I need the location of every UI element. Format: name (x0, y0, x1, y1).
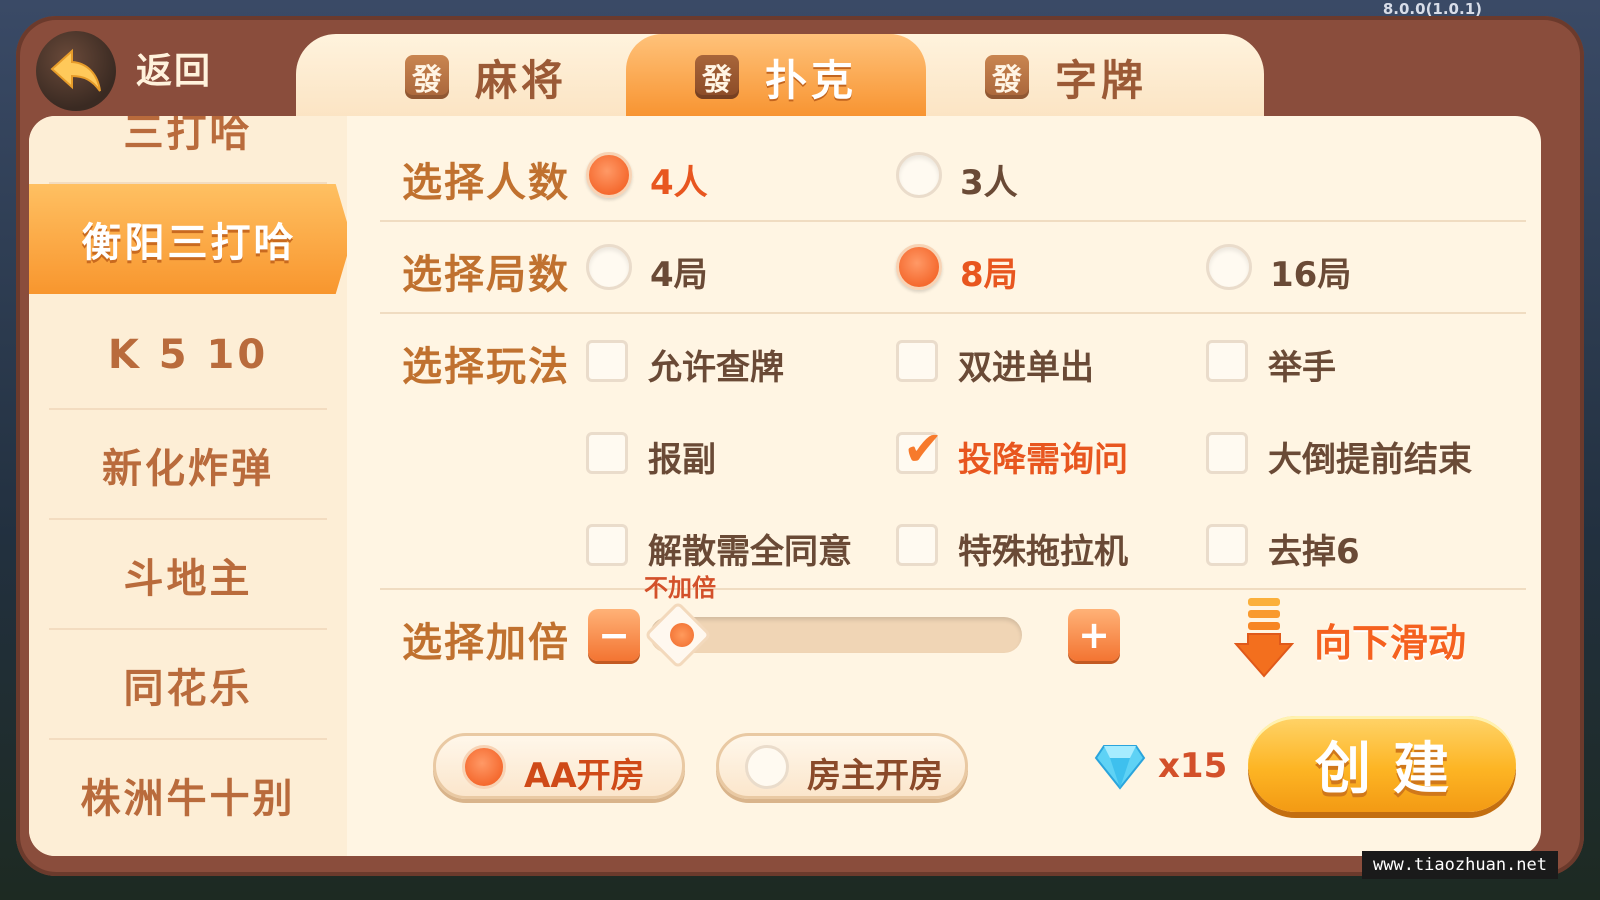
rule-label[interactable]: 举手 (1268, 340, 1336, 389)
back-label[interactable]: 返回 (136, 42, 212, 94)
rule-check-remove-6[interactable] (1206, 524, 1248, 566)
rounds-4-radio[interactable] (586, 244, 632, 290)
multiplier-row-label: 选择加倍 (402, 620, 570, 666)
rule-label[interactable]: 去掉6 (1268, 524, 1360, 573)
rule-check-raise-hand[interactable] (1206, 340, 1248, 382)
game-list-sidebar[interactable]: 三打哈 衡阳三打哈 K 5 10 新化炸弹 斗地主 同花乐 株洲牛十别 (29, 116, 347, 856)
tab-label: 字牌 (1054, 55, 1147, 105)
rule-label[interactable]: 大倒提前结束 (1268, 432, 1472, 481)
room-owner-option[interactable]: 房主开房 (716, 733, 968, 799)
sidebar-item-sandaha[interactable]: 三打哈 (29, 116, 347, 184)
back-button[interactable] (36, 31, 116, 111)
sidebar-item-doudizhu[interactable]: 斗地主 (29, 520, 347, 630)
row-divider (380, 588, 1526, 590)
players-3-radio[interactable] (896, 152, 942, 198)
players-4-label[interactable]: 4人 (650, 155, 708, 204)
tab-label: 麻将 (474, 55, 567, 105)
rule-label[interactable]: 双进单出 (958, 340, 1094, 389)
tab-zipai[interactable]: 發 字牌 (936, 34, 1196, 120)
rule-label[interactable]: 报副 (648, 432, 716, 481)
rule-check-surrender[interactable]: ✔ (896, 425, 943, 474)
tab-mahjong[interactable]: 發 麻将 (356, 34, 616, 120)
sidebar-item-k510[interactable]: K 5 10 (29, 300, 347, 410)
mahjong-tile-icon: 發 (404, 55, 449, 99)
rounds-8-label[interactable]: 8局 (960, 247, 1018, 296)
multiplier-plus-button[interactable]: + (1068, 609, 1120, 661)
mahjong-tile-icon: 發 (984, 55, 1029, 99)
scroll-down-arrow-icon (1234, 598, 1294, 678)
rule-check-allow-view[interactable] (586, 340, 628, 382)
mahjong-tile-icon: 發 (694, 55, 739, 99)
radio-dot (745, 745, 789, 789)
rounds-4-label[interactable]: 4局 (650, 247, 708, 296)
game-category-tabs: 發 麻将 發 扑克 發 字牌 (296, 34, 1264, 122)
diamond-cost: x15 (1158, 746, 1228, 786)
create-room-button[interactable]: 创建 (1248, 716, 1516, 812)
multiplier-minus-button[interactable]: − (588, 609, 640, 661)
rounds-row-label: 选择局数 (402, 252, 570, 298)
rule-label[interactable]: 允许查牌 (648, 340, 784, 389)
rule-check-dissolve[interactable] (586, 524, 628, 566)
slider-thumb-dot (670, 623, 694, 647)
sidebar-item-zhuzhou-niushibie[interactable]: 株洲牛十别 (29, 740, 347, 850)
room-aa-label: AA开房 (524, 756, 645, 796)
rule-check-double-in[interactable] (896, 340, 938, 382)
rule-label[interactable]: 投降需询问 (958, 432, 1128, 481)
back-arrow-icon (50, 48, 101, 92)
rules-row-label: 选择玩法 (402, 344, 570, 390)
sidebar-item-tonghuale[interactable]: 同花乐 (29, 630, 347, 740)
diamond-icon (1094, 745, 1146, 790)
players-3-label[interactable]: 3人 (960, 155, 1018, 204)
players-row-label: 选择人数 (402, 160, 570, 206)
players-4-radio[interactable] (586, 152, 632, 198)
create-button-label: 创建 (1315, 736, 1471, 802)
tab-poker[interactable]: 發 扑克 (626, 34, 926, 120)
watermark: www.tiaozhuan.net (1362, 851, 1558, 879)
rule-label[interactable]: 特殊拖拉机 (958, 524, 1128, 573)
rounds-16-label[interactable]: 16局 (1270, 247, 1351, 296)
room-aa-option[interactable]: AA开房 (433, 733, 685, 799)
rule-check-early-end[interactable] (1206, 432, 1248, 474)
rule-check-special-tractor[interactable] (896, 524, 938, 566)
rule-check-baofu[interactable] (586, 432, 628, 474)
radio-dot (462, 745, 506, 789)
sidebar-item-xinhua-bomb[interactable]: 新化炸弹 (29, 410, 347, 520)
room-owner-label: 房主开房 (807, 756, 943, 796)
scroll-down-hint: 向下滑动 (1314, 621, 1467, 665)
sidebar-item-hengyang-sandaha[interactable]: 衡阳三打哈 (29, 184, 347, 294)
rounds-8-radio[interactable] (896, 244, 942, 290)
rounds-16-radio[interactable] (1206, 244, 1252, 290)
tab-label: 扑克 (764, 55, 857, 105)
row-divider (380, 312, 1526, 314)
multiplier-value: 不加倍 (644, 574, 716, 602)
checkmark-icon: ✔ (903, 421, 944, 477)
row-divider (380, 220, 1526, 222)
rule-label[interactable]: 解散需全同意 (648, 524, 852, 573)
